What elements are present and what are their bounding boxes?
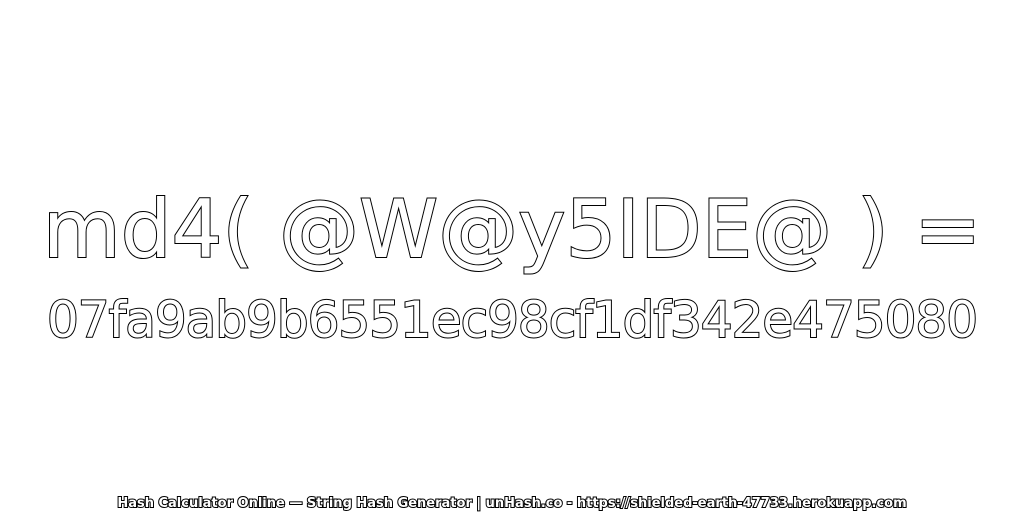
- hash-value: 07fa9ab9b6551ec98cf1df342e475080: [46, 290, 979, 350]
- hash-expression: md4( @W@y5IDE@ ) =: [42, 182, 982, 277]
- hash-image-canvas: md4( @W@y5IDE@ ) = 07fa9ab9b6551ec98cf1d…: [0, 0, 1024, 512]
- footer-caption: Hash Calculator Online — String Hash Gen…: [116, 495, 907, 512]
